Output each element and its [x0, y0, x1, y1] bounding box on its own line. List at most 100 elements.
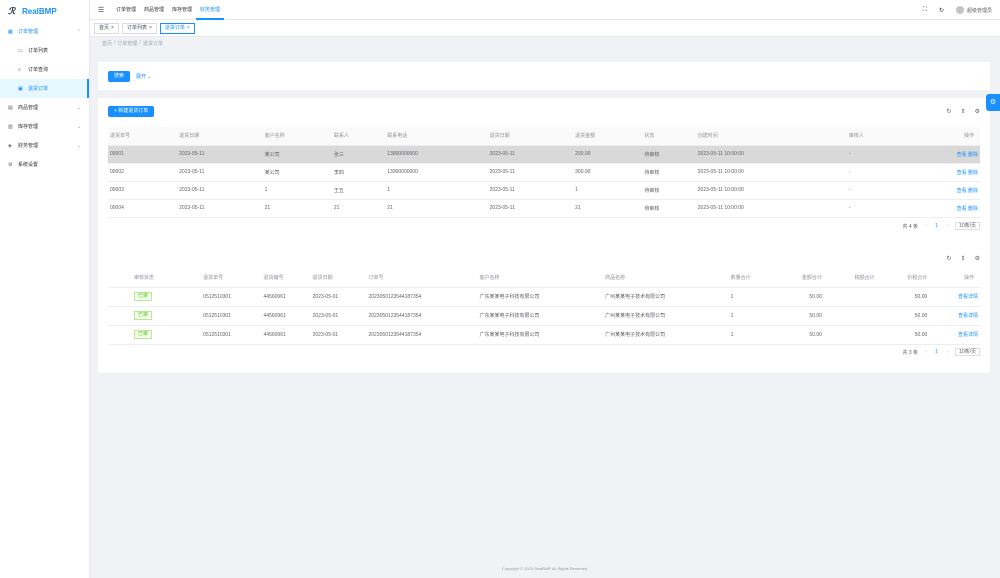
tag-order-list[interactable]: 订单列表 ×	[121, 22, 157, 34]
topnav-item[interactable]: 订单管理	[112, 0, 140, 20]
column-settings-icon[interactable]: ⚙	[975, 108, 980, 115]
sidebar-item-finance[interactable]: ◈ 财务管理 ⌄	[0, 136, 89, 155]
sidebar-item-orders[interactable]: ▦ 订单管理 ⌃	[0, 22, 89, 41]
col-header[interactable]: 联系电话	[385, 127, 488, 146]
column-settings-icon[interactable]: ⚙	[975, 255, 980, 262]
page-size-select[interactable]: 10条/页	[955, 222, 980, 230]
col-header[interactable]: 退货日期	[310, 268, 367, 288]
table-row[interactable]: 已审 0512510301 44560961 2023-05-01 202305…	[108, 325, 980, 345]
cell: 2023-05-11 10:00:00	[695, 145, 847, 164]
col-header[interactable]: 税额合计	[825, 268, 879, 288]
hamburger-icon[interactable]: ☰	[90, 6, 112, 14]
sidebar-item-goods[interactable]: ▤ 商品管理 ⌄	[0, 98, 89, 117]
return-orders-table: 退货单号 退货日期 客户名称 联系人 联系电话 退货日期 退货金额 状态 创建时…	[108, 127, 980, 218]
sidebar-item-label: 订单管理	[18, 29, 39, 35]
row-action-view[interactable]: 查看详情	[931, 325, 980, 345]
density-icon[interactable]: ⇕	[961, 108, 966, 115]
table-row[interactable]: 00001 2023-05-11 某公司 张三 13800000000 2023…	[108, 145, 980, 164]
expand-toggle[interactable]: 展开 ⌄	[136, 73, 152, 80]
topnav-item[interactable]: 商品管理	[140, 0, 168, 20]
table-row[interactable]: 00004 2023-05-11 21 21 21 2023-05-11 21 …	[108, 199, 980, 218]
col-header[interactable]: 退货日期	[177, 127, 263, 146]
fullscreen-icon[interactable]: ⛶	[923, 7, 927, 14]
row-actions[interactable]: 查看 删除	[900, 163, 980, 182]
sidebar-item-settings[interactable]: ⚙ 系统设置	[0, 155, 89, 174]
cell: -	[846, 181, 901, 200]
col-header[interactable]: 数量合计	[728, 268, 774, 288]
row-actions[interactable]: 查看 删除	[900, 181, 980, 200]
prev-page-icon[interactable]: ‹	[922, 223, 929, 230]
close-icon[interactable]: ×	[111, 24, 114, 33]
sidebar-item-order-search[interactable]: ⌕ 订单查询	[0, 60, 89, 79]
col-header[interactable]: 客户名称	[262, 127, 332, 146]
breadcrumb-item[interactable]: 订单管理	[117, 40, 137, 49]
col-header[interactable]: 退货日期	[487, 127, 574, 146]
row-action-view[interactable]: 查看详情	[931, 287, 980, 307]
cell: 2023050123544187354	[366, 306, 478, 326]
cell: 2023050123544187354	[366, 287, 478, 307]
page-size-select[interactable]: 10条/页	[955, 348, 980, 356]
close-icon[interactable]: ×	[187, 24, 190, 33]
footer: Copyright © 2023 RealBMP All Rights Rese…	[501, 566, 589, 571]
col-header[interactable]: 审核人	[846, 127, 901, 146]
col-header[interactable]: 客户名称	[477, 268, 604, 288]
refresh-icon[interactable]: ↻	[947, 255, 952, 262]
close-icon[interactable]: ×	[149, 24, 152, 33]
sidebar-item-label: 库存管理	[18, 124, 39, 130]
sidebar-item-order-list[interactable]: ▭ 订单列表	[0, 41, 89, 60]
prev-page-icon[interactable]: ‹	[922, 349, 929, 356]
row-actions[interactable]: 查看 删除	[900, 145, 980, 164]
table-row[interactable]: 00002 2023-05-11 某公司 李四 13900000000 2023…	[108, 163, 980, 182]
refresh-icon[interactable]: ↻	[947, 108, 952, 115]
col-header[interactable]: 商品名称	[603, 268, 729, 288]
col-header[interactable]: 状态	[642, 127, 696, 146]
next-page-icon[interactable]: ›	[944, 223, 951, 230]
sidebar-item-stock[interactable]: ▥ 库存管理 ⌄	[0, 117, 89, 136]
pager-current[interactable]: 1	[933, 223, 940, 230]
col-header[interactable]: 联系人	[331, 127, 386, 146]
topnav-item[interactable]: 库存管理	[168, 0, 196, 20]
cell: 2023050123544187354	[366, 325, 478, 345]
col-header[interactable]: 价税合计	[878, 268, 932, 288]
col-header[interactable]: 退货单号	[201, 268, 262, 288]
add-return-order-button[interactable]: + 新建退货订单	[108, 106, 155, 117]
col-header[interactable]: 审核状态	[108, 268, 202, 288]
col-header[interactable]: 退货单号	[108, 127, 178, 146]
next-page-icon[interactable]: ›	[944, 349, 951, 356]
table2-tools: ↻ ⇕ ⚙	[947, 255, 980, 262]
breadcrumb-sep: /	[139, 40, 141, 46]
sidebar-item-label: 财务管理	[18, 143, 39, 149]
pager-current[interactable]: 1	[933, 349, 940, 356]
row-actions[interactable]: 查看 删除	[900, 199, 980, 218]
settings-drawer-icon[interactable]: ⚙	[986, 94, 1000, 111]
refresh-icon[interactable]: ↻	[939, 7, 944, 14]
col-header[interactable]: 退货编号	[261, 268, 311, 288]
col-header[interactable]: 退货金额	[573, 127, 643, 146]
stock-icon: ▥	[8, 123, 13, 130]
col-header[interactable]: 金额合计	[773, 268, 826, 288]
table-row[interactable]: 已审 0512510301 44560961 2023-05-01 202305…	[108, 287, 980, 307]
col-header[interactable]: 创建时间	[695, 127, 847, 146]
user-menu[interactable]: 超级管理员	[955, 6, 992, 14]
cell: 44560961	[261, 325, 311, 345]
tag-return-orders[interactable]: 退货订单 ×	[159, 22, 195, 34]
col-header[interactable]: 订单号	[366, 268, 478, 288]
table-row[interactable]: 00003 2023-05-11 1 王五 1 2023-05-11 1 待审核…	[108, 181, 980, 200]
search-button[interactable]: 搜索	[108, 70, 131, 82]
tag-home[interactable]: 首页 ×	[94, 22, 119, 34]
table-row[interactable]: 已审 0512510301 44560961 2023-05-01 202305…	[108, 306, 980, 326]
cell: 00003	[108, 181, 178, 200]
cell: 1	[573, 181, 643, 200]
pager-total: 共 4 条	[902, 223, 919, 230]
cell: 2023-05-11 10:00:00	[695, 181, 847, 200]
density-icon[interactable]: ⇕	[961, 255, 966, 262]
logo[interactable]: ℛ RealBMP	[0, 0, 89, 22]
cell: 2023-05-11	[487, 199, 574, 218]
cell: 1	[385, 181, 488, 200]
cell-status: 已审	[108, 325, 202, 345]
breadcrumb-item[interactable]: 首页	[102, 40, 112, 49]
sidebar-item-return-orders[interactable]: ▣ 退货订单	[0, 79, 89, 98]
row-action-view[interactable]: 查看详情	[931, 306, 980, 326]
topnav-item[interactable]: 财务管理	[196, 0, 225, 20]
cell: 待审核	[642, 181, 696, 200]
